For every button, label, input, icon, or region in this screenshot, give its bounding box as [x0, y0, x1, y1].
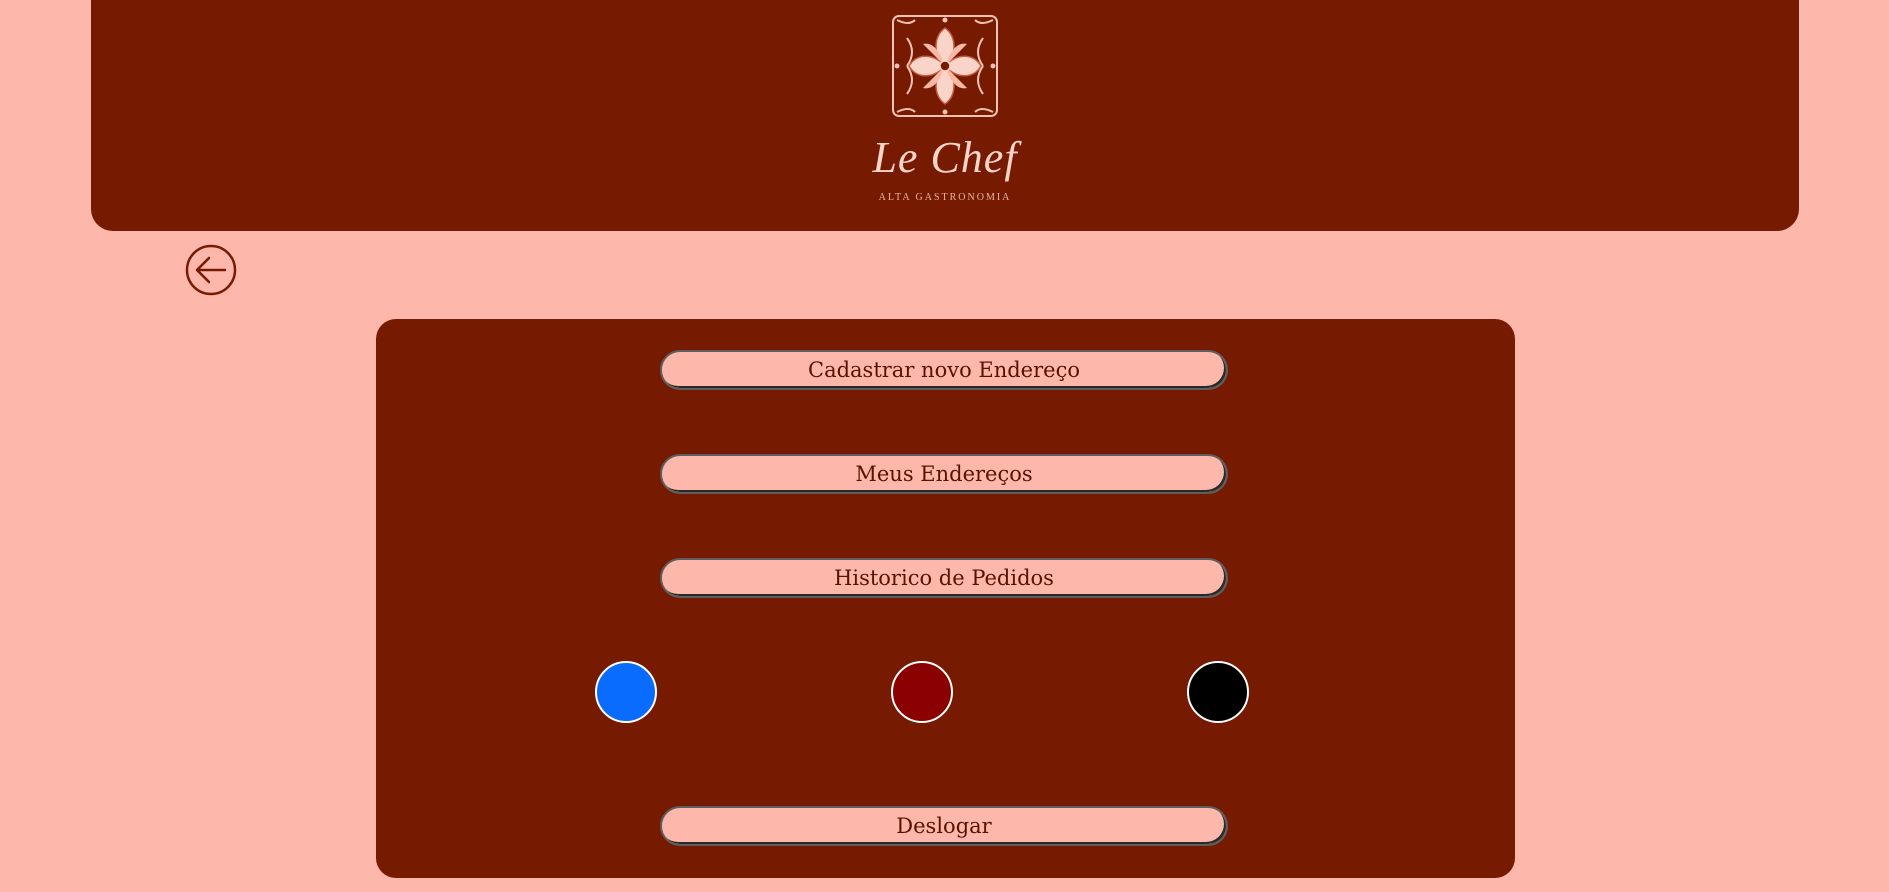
account-menu-panel: Cadastrar novo Endereço Meus Endereços H…: [376, 319, 1515, 878]
arrow-left-circle-icon: [185, 244, 237, 296]
logo-tagline: ALTA GASTRONOMIA: [878, 192, 1012, 203]
logo[interactable]: Le Chef ALTA GASTRONOMIA: [845, 10, 1045, 203]
logo-name: Le Chef: [872, 133, 1018, 182]
register-address-button[interactable]: Cadastrar novo Endereço: [660, 350, 1228, 390]
site-header: Le Chef ALTA GASTRONOMIA: [91, 0, 1799, 231]
back-button[interactable]: [185, 244, 237, 296]
theme-color-dark-red[interactable]: [891, 661, 953, 723]
order-history-button[interactable]: Historico de Pedidos: [660, 558, 1228, 598]
theme-color-blue[interactable]: [595, 661, 657, 723]
theme-color-black[interactable]: [1187, 661, 1249, 723]
my-addresses-button[interactable]: Meus Endereços: [660, 454, 1228, 494]
flower-emblem-icon: [892, 15, 998, 117]
logout-button[interactable]: Deslogar: [660, 806, 1228, 846]
